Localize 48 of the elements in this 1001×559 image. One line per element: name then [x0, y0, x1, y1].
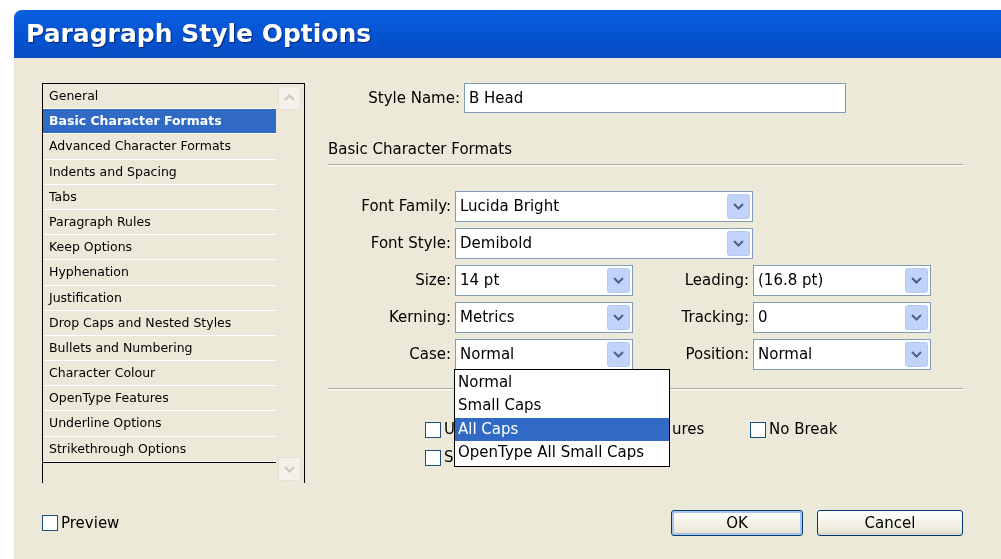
sidebar-item[interactable]: Bullets and Numbering — [43, 335, 276, 362]
sidebar-item[interactable]: OpenType Features — [43, 386, 276, 412]
sidebar-item[interactable]: Paragraph Rules — [43, 209, 276, 236]
dropdown[interactable]: Normal — [753, 338, 931, 370]
checkbox-label: U — [444, 419, 455, 441]
checkbox[interactable] — [425, 421, 441, 438]
sidebar-item[interactable]: Drop Caps and Nested Styles — [43, 310, 276, 336]
ok-button[interactable]: OK — [671, 510, 803, 536]
checkbox-label: No Break — [769, 419, 838, 441]
field-label: Tracking: — [680, 306, 750, 328]
menu-item[interactable]: All Caps — [455, 417, 669, 441]
field-label: Case: — [408, 343, 452, 365]
menu-item[interactable]: Small Caps — [455, 394, 669, 418]
checkbox[interactable] — [42, 515, 58, 531]
field-label: Kerning: — [388, 306, 452, 328]
menu-item[interactable]: OpenType All Small Caps — [455, 441, 669, 465]
field-label: Size: — [414, 269, 452, 291]
sidebar-item[interactable]: Keep Options — [43, 235, 276, 261]
dropdown[interactable]: 0 — [753, 301, 931, 333]
field-label: Font Family: — [360, 195, 452, 217]
sidebar-item[interactable]: Hyphenation — [43, 260, 276, 286]
sidebar-item[interactable]: Advanced Character Formats — [43, 134, 276, 160]
window-title: Paragraph Style Options — [26, 19, 372, 48]
cancel-button[interactable]: Cancel — [817, 510, 963, 536]
sidebar-item[interactable]: Character Colour — [43, 361, 276, 387]
checkbox[interactable] — [750, 421, 766, 438]
field-label: Position: — [684, 343, 750, 365]
dropdown[interactable]: Demibold — [455, 227, 753, 259]
field-label: Style Name: — [367, 87, 461, 109]
dropdown[interactable]: 14 pt — [455, 264, 633, 296]
field-label: Font Style: — [369, 232, 452, 254]
sidebar-item[interactable]: Strikethrough Options — [43, 436, 276, 462]
sidebar-item[interactable]: Tabs — [43, 184, 276, 210]
dropdown[interactable]: Lucida Bright — [455, 190, 753, 222]
menu-item[interactable]: Normal — [455, 370, 669, 394]
checkbox[interactable] — [425, 449, 441, 466]
sidebar-item[interactable]: Basic Character Formats — [43, 109, 276, 135]
checkbox-label: S — [444, 447, 454, 469]
dropdown[interactable]: Metrics — [455, 301, 633, 333]
checkbox-label: Preview — [61, 512, 120, 534]
checkbox-label: ures — [672, 419, 706, 441]
style-name-field[interactable]: B Head — [464, 83, 846, 113]
sidebar-item[interactable]: Underline Options — [43, 411, 276, 437]
section-title: Basic Character Formats — [328, 139, 512, 160]
field-label: Leading: — [683, 269, 750, 291]
dropdown[interactable]: (16.8 pt) — [753, 264, 931, 296]
sidebar-item[interactable]: Indents and Spacing — [43, 159, 276, 185]
sidebar-item[interactable]: Justification — [43, 285, 276, 311]
